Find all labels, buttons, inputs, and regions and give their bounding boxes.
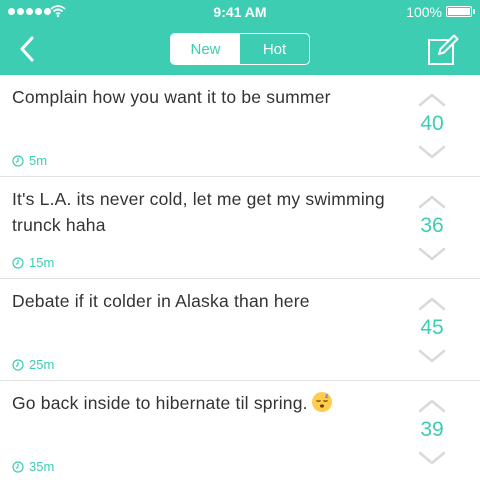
vote-count: 45 bbox=[420, 316, 444, 339]
post-timestamp: 25m bbox=[12, 357, 54, 372]
vote-control: 40 bbox=[402, 75, 462, 177]
clock-icon bbox=[12, 256, 24, 269]
clock-icon bbox=[12, 358, 24, 371]
svg-text:z: z bbox=[325, 393, 329, 400]
downvote-icon[interactable] bbox=[418, 145, 446, 159]
upvote-icon[interactable] bbox=[418, 297, 446, 311]
post-time-label: 35m bbox=[29, 459, 55, 474]
post-timestamp: 35m bbox=[12, 459, 54, 474]
post-item[interactable]: Go back inside to hibernate til spring. … bbox=[0, 381, 480, 480]
post-text: It's L.A. its never cold, let me get my … bbox=[12, 189, 385, 235]
clock-icon bbox=[12, 460, 24, 473]
post-feed: Complain how you want it to be summer 5m… bbox=[0, 75, 480, 480]
battery-icon bbox=[446, 6, 475, 17]
downvote-icon[interactable] bbox=[418, 451, 446, 465]
post-time-label: 25m bbox=[29, 357, 55, 372]
post-text: Complain how you want it to be summer bbox=[12, 87, 331, 107]
vote-control: 39 bbox=[402, 381, 462, 480]
app-header: 9:41 AM 100% New Hot bbox=[0, 0, 480, 75]
vote-count: 39 bbox=[420, 418, 444, 441]
battery-percentage: 100% bbox=[406, 4, 442, 20]
feed-sort-segmented-control: New Hot bbox=[170, 33, 310, 65]
downvote-icon[interactable] bbox=[418, 247, 446, 261]
post-time-label: 15m bbox=[29, 255, 55, 270]
sleeping-face-emoji-icon: z bbox=[311, 392, 332, 412]
vote-control: 36 bbox=[402, 177, 462, 279]
post-item[interactable]: Complain how you want it to be summer 5m… bbox=[0, 75, 480, 177]
post-text: Go back inside to hibernate til spring. … bbox=[12, 390, 412, 416]
compose-icon[interactable] bbox=[426, 33, 460, 67]
post-timestamp: 5m bbox=[12, 153, 47, 168]
tab-hot[interactable]: Hot bbox=[240, 34, 309, 64]
post-time-label: 5m bbox=[29, 153, 48, 168]
vote-count: 36 bbox=[420, 214, 444, 237]
back-chevron-icon[interactable] bbox=[14, 34, 44, 64]
post-item[interactable]: Debate if it colder in Alaska than here … bbox=[0, 279, 480, 381]
status-bar: 9:41 AM 100% bbox=[0, 0, 480, 24]
upvote-icon[interactable] bbox=[418, 399, 446, 413]
upvote-icon[interactable] bbox=[418, 93, 446, 107]
upvote-icon[interactable] bbox=[418, 195, 446, 209]
vote-control: 45 bbox=[402, 279, 462, 381]
post-item[interactable]: It's L.A. its never cold, let me get my … bbox=[0, 177, 480, 279]
navigation-bar: New Hot bbox=[0, 24, 480, 75]
downvote-icon[interactable] bbox=[418, 349, 446, 363]
post-timestamp: 15m bbox=[12, 255, 54, 270]
post-text: Debate if it colder in Alaska than here bbox=[12, 291, 310, 311]
vote-count: 40 bbox=[420, 112, 444, 135]
tab-new[interactable]: New bbox=[171, 34, 240, 64]
clock-icon bbox=[12, 154, 24, 167]
